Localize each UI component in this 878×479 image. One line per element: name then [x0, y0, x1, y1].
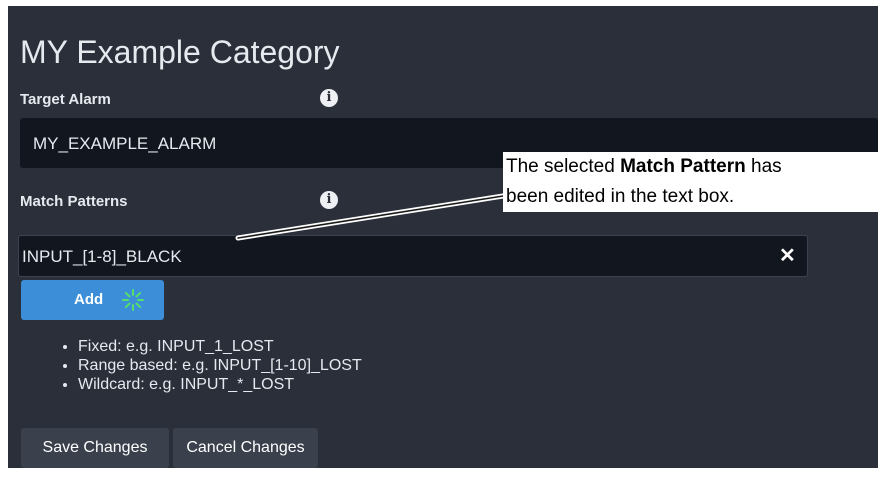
callout-line-1: The selected Match Pattern has: [506, 152, 782, 182]
add-button-label: Add: [74, 291, 104, 308]
hint-item: Wildcard: e.g. INPUT_*_LOST: [78, 375, 362, 394]
cancel-changes-button[interactable]: Cancel Changes: [173, 428, 318, 468]
callout-text: The selected: [506, 156, 621, 177]
info-icon[interactable]: i: [320, 191, 338, 209]
callout-emphasis: Match Pattern: [620, 156, 746, 177]
match-patterns-label: Match Patterns: [20, 193, 128, 210]
spinner-icon: [122, 289, 144, 311]
close-icon[interactable]: ✕: [779, 243, 796, 268]
target-alarm-label: Target Alarm: [20, 91, 111, 108]
page-title: MY Example Category: [20, 34, 340, 70]
hint-item: Range based: e.g. INPUT_[1-10]_LOST: [78, 356, 362, 375]
info-icon[interactable]: i: [320, 89, 338, 107]
callout-text: has: [745, 156, 782, 177]
pattern-hints-list: Fixed: e.g. INPUT_1_LOST Range based: e.…: [58, 337, 362, 394]
callout-line-2: been edited in the text box.: [506, 186, 735, 207]
match-pattern-input[interactable]: INPUT_[1-8]_BLACK ✕: [18, 235, 808, 277]
save-changes-button[interactable]: Save Changes: [21, 428, 169, 468]
add-button[interactable]: Add: [21, 280, 164, 320]
annotation-callout: The selected Match Pattern has been edit…: [503, 152, 878, 212]
match-pattern-input-value: INPUT_[1-8]_BLACK: [22, 247, 182, 266]
target-alarm-value: MY_EXAMPLE_ALARM: [33, 134, 217, 153]
hint-item: Fixed: e.g. INPUT_1_LOST: [78, 337, 362, 356]
